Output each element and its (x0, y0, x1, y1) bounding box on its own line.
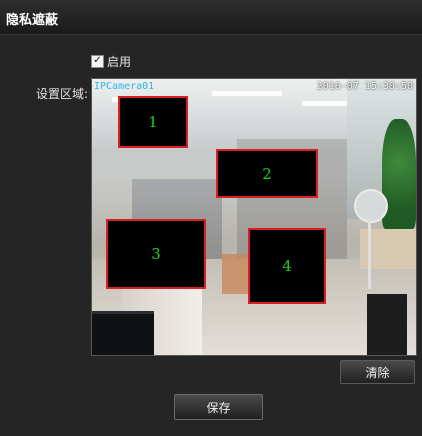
enable-checkbox[interactable]: ✓ (91, 54, 104, 68)
camera-name-osd: IPCamera01 (94, 81, 155, 92)
privacy-mask-4[interactable]: 4 (248, 228, 326, 304)
title-bar: 隐私遮蔽 (0, 0, 422, 35)
scene-fan-stand (368, 219, 371, 289)
scene-plant (382, 119, 416, 229)
enable-row[interactable]: ✓ 启用 (91, 53, 131, 69)
ceiling-light (302, 101, 352, 106)
timestamp-osd: 2016-07 15:30:50 (316, 81, 413, 92)
scene-monitor (92, 311, 154, 355)
area-label: 设置区域: (36, 87, 89, 101)
mask-number: 3 (151, 245, 161, 263)
enable-label[interactable]: 启用 (107, 53, 131, 70)
mask-number: 1 (148, 113, 158, 131)
save-button[interactable]: 保存 (174, 394, 263, 420)
privacy-mask-3[interactable]: 3 (106, 219, 206, 289)
check-icon: ✓ (93, 55, 102, 66)
mask-number: 4 (282, 257, 292, 275)
mask-number: 2 (262, 164, 272, 183)
ceiling-light (212, 91, 282, 96)
clear-button[interactable]: 清除 (340, 360, 415, 384)
scene-fan (354, 189, 388, 223)
privacy-mask-2[interactable]: 2 (216, 149, 318, 198)
video-preview[interactable]: IPCamera01 2016-07 15:30:50 1 2 3 4 (91, 78, 417, 356)
privacy-mask-1[interactable]: 1 (118, 96, 188, 148)
scene-pc-tower (367, 294, 407, 355)
page-title: 隐私遮蔽 (6, 13, 59, 28)
